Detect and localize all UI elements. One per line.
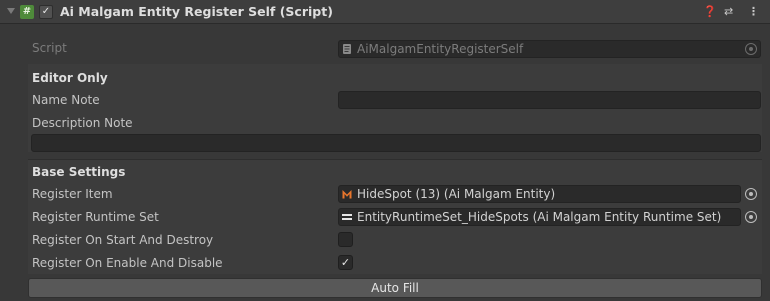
auto-fill-button[interactable]: Auto Fill: [28, 278, 762, 298]
register-item-value: HideSpot (13) (Ai Malgam Entity): [357, 187, 556, 201]
base-settings-heading: Base Settings: [32, 165, 126, 179]
settings-sliders-icon[interactable]: ⇄: [724, 5, 733, 18]
register-on-enable-and-disable-label: Register On Enable And Disable: [32, 256, 223, 270]
runtime-set-icon: [342, 214, 352, 220]
description-note-field[interactable]: [31, 134, 761, 152]
help-icon[interactable]: ❓: [703, 5, 717, 18]
description-note-label: Description Note: [32, 116, 133, 130]
register-runtime-set-value: EntityRuntimeSet_HideSpots (Ai Malgam En…: [357, 210, 722, 224]
register-runtime-set-field[interactable]: EntityRuntimeSet_HideSpots (Ai Malgam En…: [338, 208, 741, 226]
register-on-start-and-destroy-label: Register On Start And Destroy: [32, 233, 214, 247]
editor-only-heading: Editor Only: [32, 71, 108, 85]
script-picker-icon: [745, 43, 757, 55]
component-enabled-checkbox[interactable]: ✓: [39, 5, 53, 19]
script-label: Script: [32, 41, 67, 55]
component-title: Ai Malgam Entity Register Self (Script): [60, 4, 333, 19]
script-value: AiMalgamEntityRegisterSelf: [357, 42, 524, 56]
more-vertical-icon[interactable]: ⋮: [748, 5, 759, 18]
register-on-start-and-destroy-checkbox[interactable]: [338, 232, 353, 247]
register-item-field[interactable]: HideSpot (13) (Ai Malgam Entity): [338, 185, 741, 203]
register-on-enable-and-disable-checkbox[interactable]: ✓: [338, 255, 353, 270]
script-file-icon: [343, 44, 351, 54]
foldout-arrow-icon[interactable]: [7, 8, 15, 14]
register-runtime-set-label: Register Runtime Set: [32, 210, 159, 224]
component-header[interactable]: # ✓ Ai Malgam Entity Register Self (Scri…: [0, 0, 770, 24]
malgam-entity-icon: [342, 190, 352, 199]
register-item-picker-icon[interactable]: [745, 188, 757, 200]
script-hash-icon: #: [20, 5, 34, 19]
register-item-label: Register Item: [32, 187, 113, 201]
script-field: AiMalgamEntityRegisterSelf: [338, 40, 761, 58]
name-note-field[interactable]: [338, 91, 761, 109]
register-runtime-set-picker-icon[interactable]: [745, 211, 757, 223]
name-note-label: Name Note: [32, 93, 100, 107]
